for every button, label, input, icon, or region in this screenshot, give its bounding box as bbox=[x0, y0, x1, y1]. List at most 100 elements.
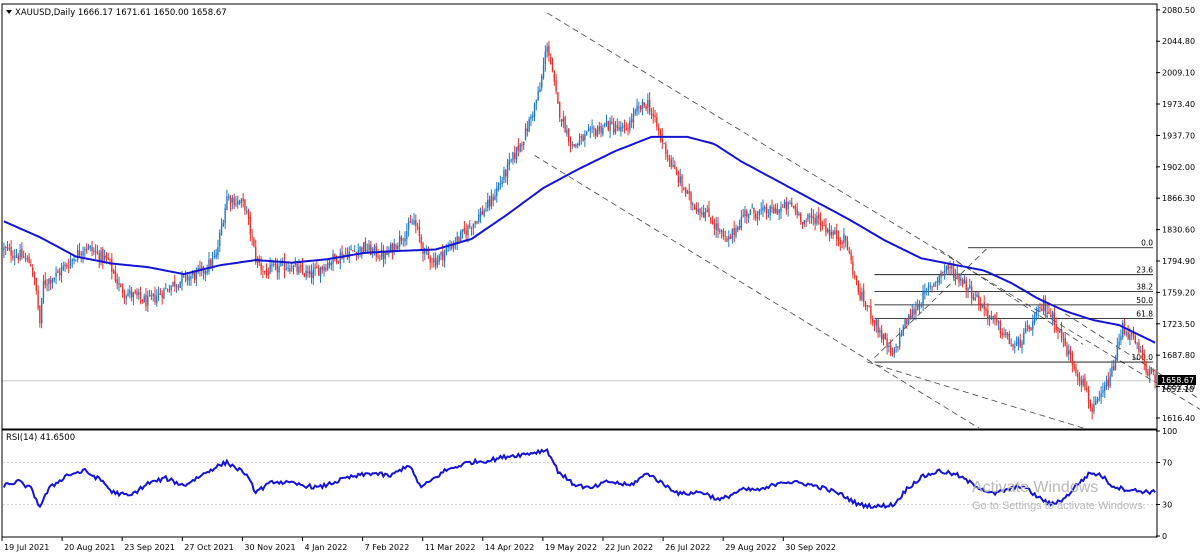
candle-bear bbox=[645, 105, 647, 110]
candle-bear bbox=[568, 128, 570, 143]
candle-bull bbox=[934, 281, 937, 283]
candle-bull bbox=[497, 185, 500, 190]
candle-bear bbox=[677, 172, 680, 183]
candle-bear bbox=[600, 125, 602, 133]
candle-bull bbox=[479, 211, 482, 217]
candle-bull bbox=[1100, 393, 1102, 398]
candle-bear bbox=[233, 197, 235, 206]
candle-bull bbox=[188, 277, 190, 281]
candle-bear bbox=[102, 249, 104, 262]
rsi-tick-label: 0 bbox=[1162, 532, 1167, 541]
candle-bear bbox=[776, 208, 779, 215]
candle-bear bbox=[681, 175, 683, 187]
candle-bull bbox=[237, 200, 239, 205]
candle-bull bbox=[731, 228, 734, 239]
candle-bear bbox=[193, 272, 196, 280]
candle-bull bbox=[780, 207, 782, 212]
candle-bull bbox=[976, 294, 978, 297]
chart-canvas[interactable]: 0.023.638.250.061.8100.0 2080.502044.802… bbox=[0, 0, 1200, 555]
candle-bull bbox=[943, 270, 946, 273]
candle-bear bbox=[145, 294, 147, 307]
candle-bear bbox=[121, 287, 124, 294]
candle-bear bbox=[10, 246, 12, 256]
time-tick-label: 26 Jul 2022 bbox=[665, 543, 710, 552]
candle-bull bbox=[506, 163, 509, 178]
candle-bear bbox=[906, 318, 908, 325]
candle-bull bbox=[542, 64, 545, 78]
candle-bear bbox=[785, 201, 788, 211]
candle-bull bbox=[706, 209, 708, 213]
candle-bear bbox=[654, 115, 656, 117]
candle-bull bbox=[598, 126, 600, 132]
candle-bull bbox=[528, 119, 530, 132]
candle-bear bbox=[801, 221, 804, 225]
candle-bull bbox=[591, 127, 593, 129]
candle-bear bbox=[611, 122, 613, 124]
candle-bull bbox=[127, 293, 129, 296]
candle-bear bbox=[1127, 332, 1129, 339]
candle-bull bbox=[487, 200, 489, 209]
candle-bear bbox=[625, 127, 627, 131]
candle-bull bbox=[997, 321, 1000, 323]
candle-bull bbox=[157, 292, 160, 295]
candle-bull bbox=[541, 76, 543, 88]
candle-bull bbox=[359, 246, 361, 252]
candle-bull bbox=[1010, 345, 1012, 347]
candle-bear bbox=[823, 225, 825, 227]
candle-bear bbox=[161, 293, 163, 298]
candle-bear bbox=[693, 205, 696, 210]
candle-bull bbox=[879, 330, 881, 333]
candle-bear bbox=[942, 271, 944, 273]
candle-bull bbox=[510, 159, 512, 161]
candle-bull bbox=[679, 176, 681, 184]
candle-bear bbox=[1154, 374, 1156, 381]
candle-bear bbox=[557, 92, 559, 104]
candle-bull bbox=[330, 262, 332, 266]
candle-bull bbox=[292, 265, 295, 270]
time-axis[interactable]: 19 Jul 2021 20 Aug 2021 23 Sep 2021 27 Oct … bbox=[1, 537, 836, 552]
candle-bear bbox=[1008, 333, 1011, 345]
candle-bull bbox=[638, 106, 640, 109]
candle-bull bbox=[756, 216, 759, 219]
candle-bull bbox=[350, 248, 352, 251]
candle-bull bbox=[440, 251, 442, 256]
candle-bear bbox=[553, 71, 556, 82]
candle-bear bbox=[364, 241, 367, 251]
candle-bull bbox=[467, 225, 469, 236]
candle-bull bbox=[602, 128, 604, 135]
time-tick-label: 23 Sep 2021 bbox=[124, 543, 175, 552]
candle-bear bbox=[78, 250, 81, 256]
candle-bull bbox=[830, 231, 833, 235]
candle-bull bbox=[749, 209, 752, 216]
candle-bear bbox=[983, 302, 985, 310]
candle-bear bbox=[1150, 370, 1153, 372]
candle-bull bbox=[1035, 312, 1038, 316]
candle-bull bbox=[945, 266, 948, 270]
rsi-tick-label: 100 bbox=[1162, 427, 1177, 436]
candle-bear bbox=[765, 207, 768, 214]
candle-bull bbox=[715, 223, 717, 230]
candle-bear bbox=[1141, 350, 1144, 356]
candle-bull bbox=[204, 271, 207, 275]
time-tick-label: 4 Jan 2022 bbox=[305, 543, 348, 552]
candle-bull bbox=[787, 201, 789, 209]
candle-bear bbox=[249, 216, 252, 235]
candle-bull bbox=[834, 230, 836, 235]
candle-bull bbox=[603, 124, 606, 127]
price-tick-label: 1616.40 bbox=[1162, 414, 1195, 423]
candle-bear bbox=[970, 286, 973, 298]
candle-bull bbox=[1093, 404, 1095, 412]
candle-bull bbox=[73, 259, 75, 262]
candle-bull bbox=[1098, 398, 1101, 400]
candle-bull bbox=[895, 346, 897, 349]
candle-bull bbox=[1114, 358, 1117, 370]
rsi-axis: 100 70 30 0 bbox=[1156, 427, 1177, 541]
time-tick-label: 20 Aug 2021 bbox=[64, 543, 115, 552]
candle-bear bbox=[877, 319, 879, 333]
candle-bear bbox=[442, 251, 444, 260]
trading-chart-window[interactable]: 0.023.638.250.061.8100.0 2080.502044.802… bbox=[0, 0, 1200, 555]
candle-bear bbox=[427, 250, 430, 256]
candle-bull bbox=[902, 326, 904, 336]
price-axis[interactable]: 2080.50 2044.80 2009.10 1973.40 1937.70 1902.… bbox=[1156, 6, 1195, 423]
candle-bull bbox=[512, 152, 514, 161]
